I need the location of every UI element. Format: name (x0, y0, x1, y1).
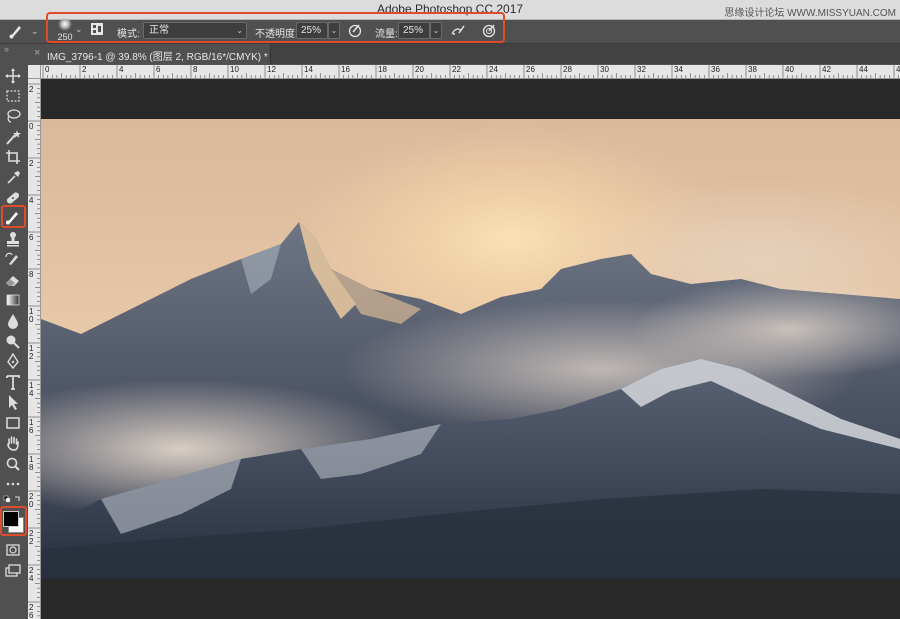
brush-preset-picker[interactable]: 250 (54, 15, 76, 42)
ruler-label: 30 (600, 65, 609, 74)
ruler-label: 0 (45, 65, 50, 74)
ruler-label: 1 8 (29, 455, 34, 472)
ruler-label: 16 (341, 65, 350, 74)
ruler-label: 6 (29, 233, 34, 242)
watermark-text: 思缘设计论坛 WWW.MISSYUAN.COM (724, 8, 896, 19)
ruler-label: 2 (82, 65, 87, 74)
eraser-tool-icon[interactable] (3, 271, 23, 289)
flow-label: 流量: (375, 29, 398, 40)
type-tool-icon[interactable] (3, 373, 23, 391)
ruler-label: 2 (29, 85, 34, 94)
ruler-label: 1 6 (29, 418, 34, 435)
ruler-label: 2 4 (29, 566, 34, 583)
ruler-label: 22 (452, 65, 461, 74)
chevron-down-icon[interactable]: ⌄ (31, 26, 39, 37)
horizontal-ruler[interactable]: 0 2 4 6 8 10 12 14 16 18 20 22 24 26 28 30 32 34 36 38 40 42 4… (40, 65, 900, 79)
ruler-label: 2 6 (29, 603, 34, 619)
ruler-label: 0 (29, 122, 34, 131)
ruler-label: 2 0 (29, 492, 34, 509)
flow-field[interactable]: 25% (398, 22, 430, 39)
ruler-label: 1 4 (29, 381, 34, 398)
pressure-size-icon[interactable] (481, 22, 497, 38)
ruler-label: 26 (526, 65, 535, 74)
quick-mask-icon[interactable] (3, 541, 23, 559)
ruler-label: 2 (29, 159, 34, 168)
ruler-label: 36 (711, 65, 720, 74)
flow-dropdown[interactable]: ⌄ (430, 22, 442, 39)
brush-tool-icon[interactable] (3, 208, 23, 226)
more-tools-icon[interactable] (3, 475, 23, 493)
ruler-label: 40 (785, 65, 794, 74)
airbrush-icon[interactable] (450, 22, 466, 38)
chevron-down-icon[interactable]: ⌄ (75, 24, 83, 35)
ruler-origin[interactable] (28, 65, 41, 79)
mode-value: 正常 (149, 25, 169, 36)
document-tabs-bar: × IMG_3796-1 @ 39.8% (图层 2, RGB/16*/CMYK… (28, 44, 900, 64)
screen-mode-icon[interactable] (3, 562, 23, 580)
hand-tool-icon[interactable] (3, 434, 23, 452)
ruler-label: 1 0 (29, 307, 34, 324)
vertical-ruler[interactable]: 2 0 2 4 6 8 1 0 1 2 1 4 1 6 1 8 2 0 2 2 2 4 2 6 (28, 65, 41, 619)
ruler-label: 1 2 (29, 344, 34, 361)
history-brush-tool-icon[interactable] (3, 250, 23, 268)
ruler-label: 6 (156, 65, 161, 74)
pen-tool-icon[interactable] (3, 352, 23, 370)
foreground-color-swatch[interactable] (3, 511, 19, 527)
ruler-label: 34 (674, 65, 683, 74)
ruler-label: 20 (415, 65, 424, 74)
collapse-panel-icon[interactable]: » (4, 44, 9, 54)
opacity-label: 不透明度: (255, 29, 298, 40)
rectangle-tool-icon[interactable] (3, 414, 23, 432)
ruler-label: 42 (822, 65, 831, 74)
ruler-label: 10 (230, 65, 239, 74)
pressure-opacity-icon[interactable] (347, 22, 363, 38)
ruler-label: 18 (378, 65, 387, 74)
title-bar: Adobe Photoshop CC 2017 思缘设计论坛 WWW.MISSY… (0, 0, 900, 20)
opacity-field[interactable]: 25% (296, 22, 328, 39)
ruler-label: 4 (119, 65, 124, 74)
tool-preset-brush-icon[interactable] (8, 23, 30, 39)
brush-settings-panel-icon[interactable] (90, 22, 104, 36)
ruler-label: 4 (29, 196, 34, 205)
opacity-dropdown[interactable]: ⌄ (328, 22, 340, 39)
crop-tool-icon[interactable] (3, 148, 23, 166)
dodge-tool-icon[interactable] (3, 332, 23, 350)
ruler-label: 12 (267, 65, 276, 74)
magic-wand-tool-icon[interactable] (3, 128, 23, 146)
path-selection-tool-icon[interactable] (3, 393, 23, 411)
lasso-tool-icon[interactable] (3, 107, 23, 125)
ruler-label: 14 (304, 65, 313, 74)
document-tab-title: IMG_3796-1 @ 39.8% (图层 2, RGB/16*/CMYK) … (47, 52, 268, 63)
chevron-down-icon: ⌄ (236, 26, 243, 35)
document-image[interactable] (41, 119, 900, 579)
brush-tip-icon (58, 17, 72, 31)
brush-size-value: 250 (57, 32, 73, 42)
eyedropper-tool-icon[interactable] (3, 168, 23, 186)
blur-tool-icon[interactable] (3, 312, 23, 330)
close-tab-icon[interactable]: × (34, 47, 40, 59)
zoom-tool-icon[interactable] (3, 455, 23, 473)
ruler-label: 2 2 (29, 529, 34, 546)
ruler-label: 46 (896, 65, 900, 74)
ruler-label: 38 (748, 65, 757, 74)
ruler-label: 44 (859, 65, 868, 74)
ruler-label: 8 (29, 270, 34, 279)
document-tab[interactable]: × IMG_3796-1 @ 39.8% (图层 2, RGB/16*/CMYK… (28, 44, 271, 64)
swap-colors-icon[interactable] (3, 494, 23, 506)
ruler-label: 24 (489, 65, 498, 74)
gradient-tool-icon[interactable] (3, 291, 23, 309)
ruler-label: 32 (637, 65, 646, 74)
ruler-label: 8 (193, 65, 198, 74)
mode-label: 模式: (117, 29, 140, 40)
marquee-tool-icon[interactable] (3, 87, 23, 105)
move-tool-icon[interactable] (3, 67, 23, 85)
clone-stamp-tool-icon[interactable] (3, 230, 23, 248)
canvas-area[interactable] (41, 79, 900, 619)
ruler-label: 28 (563, 65, 572, 74)
mode-select[interactable]: 正常 ⌄ (143, 22, 247, 39)
